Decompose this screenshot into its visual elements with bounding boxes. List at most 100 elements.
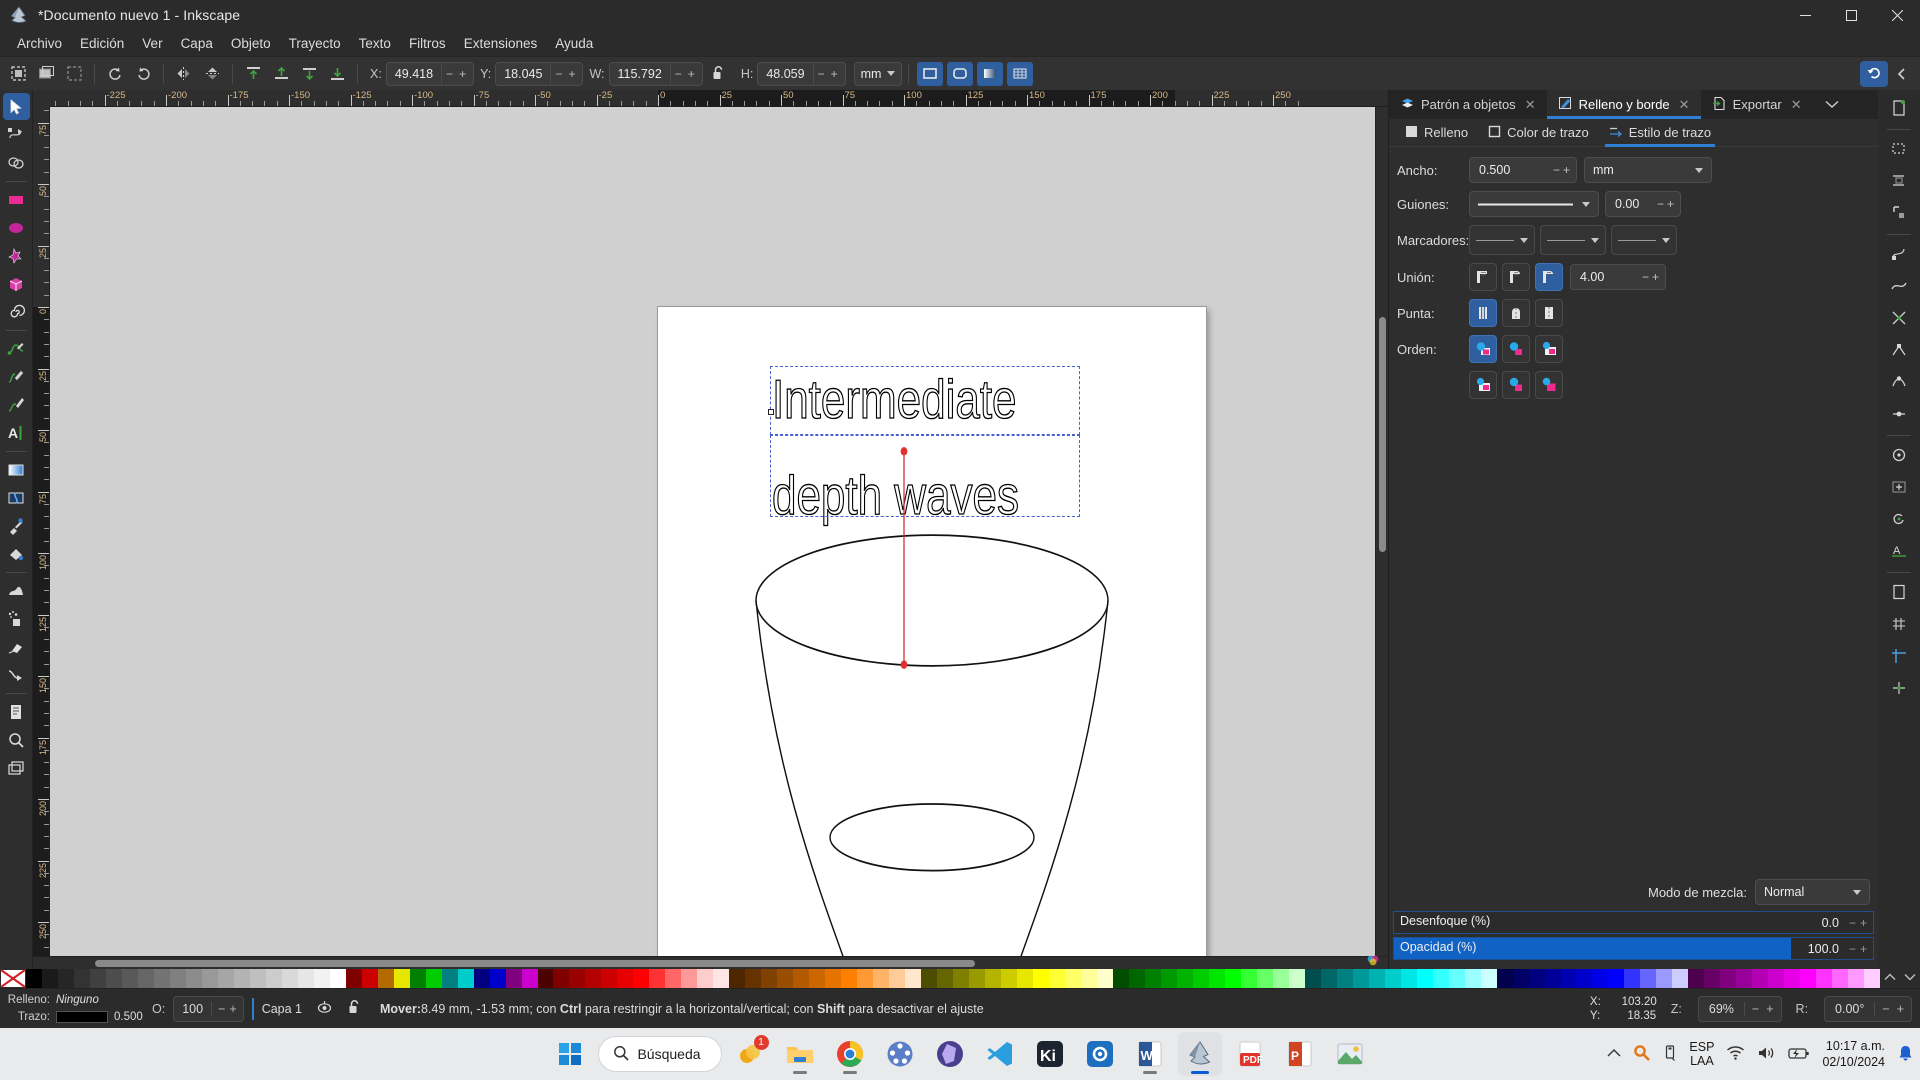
- snap-text-baseline-icon[interactable]: A: [1884, 536, 1914, 566]
- spiral-tool[interactable]: [3, 298, 30, 325]
- boolean-tool[interactable]: [3, 149, 30, 176]
- subtab-estilo-de-trazo[interactable]: Estilo de trazo: [1599, 119, 1721, 147]
- dash-pattern-select[interactable]: [1469, 191, 1599, 217]
- powerpoint-taskbar-icon[interactable]: P: [1278, 1032, 1322, 1076]
- zoom-value[interactable]: 69%: [1699, 1002, 1744, 1016]
- palette-swatch[interactable]: [26, 969, 42, 988]
- palette-swatch[interactable]: [537, 969, 554, 988]
- deselect-icon[interactable]: [61, 61, 87, 87]
- snap-grid-icon[interactable]: [1884, 609, 1914, 639]
- menu-ayuda[interactable]: Ayuda: [546, 33, 602, 54]
- palette-swatch[interactable]: [201, 969, 218, 988]
- plus-icon[interactable]: +: [1667, 197, 1674, 211]
- palette-swatch[interactable]: [409, 969, 426, 988]
- palette-swatch[interactable]: [441, 969, 458, 988]
- palette-swatch[interactable]: [1160, 969, 1177, 988]
- vertical-scrollbar[interactable]: [1375, 107, 1388, 956]
- palette-swatch[interactable]: [121, 969, 138, 988]
- palette-swatch[interactable]: [1736, 969, 1753, 988]
- palette-swatch[interactable]: [1064, 969, 1081, 988]
- palette-swatch[interactable]: [1608, 969, 1625, 988]
- stroke-width-stepper[interactable]: − +: [1547, 163, 1576, 177]
- text-tool[interactable]: A: [3, 419, 30, 446]
- palette-swatch[interactable]: [1560, 969, 1577, 988]
- palette-swatch[interactable]: [1496, 969, 1513, 988]
- height-value[interactable]: 48.059: [758, 67, 812, 81]
- stroke-width-field[interactable]: 0.500 − +: [1469, 157, 1577, 183]
- order-fill-stroke-markers-button[interactable]: [1469, 335, 1497, 363]
- photos-taskbar-icon[interactable]: [1328, 1032, 1372, 1076]
- palette-swatch[interactable]: [1848, 969, 1865, 988]
- palette-swatch[interactable]: [489, 969, 506, 988]
- palette-swatch[interactable]: [553, 969, 570, 988]
- palette-swatch[interactable]: [1256, 969, 1273, 988]
- palette-swatch[interactable]: [1049, 969, 1065, 988]
- palette-swatch[interactable]: [1576, 969, 1593, 988]
- palette-swatch[interactable]: [425, 969, 442, 988]
- palette-swatch[interactable]: [1544, 969, 1561, 988]
- palette-swatch[interactable]: [713, 969, 730, 988]
- word-taskbar-icon[interactable]: W: [1128, 1032, 1172, 1076]
- blend-mode-select[interactable]: Normal: [1755, 879, 1870, 905]
- palette-swatch[interactable]: [1800, 969, 1817, 988]
- palette-swatch[interactable]: [857, 969, 874, 988]
- snap-bbox-icon[interactable]: [1884, 134, 1914, 164]
- magnifier-orange-icon[interactable]: [1633, 1044, 1651, 1065]
- stroke-width-indicator[interactable]: 0.500: [114, 1011, 143, 1023]
- menu-objeto[interactable]: Objeto: [222, 33, 280, 54]
- palette-scroll-up-icon[interactable]: [1884, 973, 1896, 984]
- select-all-layers-icon[interactable]: [33, 61, 59, 87]
- copilot-taskbar-icon[interactable]: 1: [728, 1032, 772, 1076]
- rectangle-tool[interactable]: [3, 186, 30, 213]
- fill-value[interactable]: Ninguno: [56, 994, 99, 1006]
- x-stepper[interactable]: − +: [441, 62, 473, 85]
- toolbar-overflow-icon[interactable]: [1889, 61, 1915, 87]
- palette-swatch[interactable]: [889, 969, 906, 988]
- palette-swatch[interactable]: [521, 969, 538, 988]
- plus-icon[interactable]: +: [1860, 916, 1867, 930]
- bell-icon[interactable]: [1897, 1044, 1914, 1065]
- palette-swatch[interactable]: [1128, 969, 1145, 988]
- y-field[interactable]: 18.045 − +: [495, 61, 584, 86]
- selection-box-line1[interactable]: [770, 366, 1080, 436]
- pages-tool[interactable]: [3, 698, 30, 725]
- join-miter-button[interactable]: [1469, 263, 1497, 291]
- palette-swatch[interactable]: [73, 969, 90, 988]
- undo-history-icon[interactable]: [1860, 60, 1888, 87]
- palette-swatch[interactable]: [1432, 969, 1449, 988]
- palette-swatch[interactable]: [1352, 969, 1369, 988]
- palette-swatches[interactable]: [26, 969, 1881, 988]
- height-field[interactable]: 48.059 − +: [757, 61, 846, 86]
- palette-swatch[interactable]: [841, 969, 858, 988]
- minimize-button[interactable]: [1782, 0, 1828, 30]
- x-plus[interactable]: +: [457, 67, 468, 81]
- palette-swatch[interactable]: [953, 969, 970, 988]
- menu-extensiones[interactable]: Extensiones: [455, 33, 547, 54]
- close-icon[interactable]: ✕: [1525, 97, 1536, 113]
- opacity-field[interactable]: 100 − +: [173, 995, 244, 1022]
- y-stepper[interactable]: − +: [550, 62, 582, 85]
- palette-swatch[interactable]: [1384, 969, 1401, 988]
- palette-swatch[interactable]: [585, 969, 602, 988]
- palette-swatch[interactable]: [1304, 969, 1321, 988]
- minus-icon[interactable]: −: [1553, 163, 1560, 177]
- order-stroke-fill-markers-button[interactable]: [1502, 335, 1530, 363]
- palette-swatch[interactable]: [1096, 969, 1113, 988]
- palette-swatch[interactable]: [1512, 969, 1529, 988]
- w-plus[interactable]: +: [686, 67, 697, 81]
- marker-mid-select[interactable]: [1540, 225, 1606, 255]
- rotate-ccw-90-icon[interactable]: [102, 61, 128, 87]
- snap-bbox-edge-icon[interactable]: [1884, 166, 1914, 196]
- snap-bbox-corner-icon[interactable]: [1884, 198, 1914, 228]
- palette-swatch[interactable]: [873, 969, 890, 988]
- battery-charging-icon[interactable]: [1788, 1046, 1810, 1063]
- palette-swatch[interactable]: [57, 969, 74, 988]
- palette-swatch[interactable]: [1624, 969, 1641, 988]
- palette-swatch[interactable]: [617, 969, 634, 988]
- plus-icon[interactable]: +: [1860, 942, 1867, 956]
- close-icon[interactable]: ✕: [1791, 97, 1802, 113]
- paintbucket-tool[interactable]: [3, 540, 30, 567]
- snap-page-border-icon[interactable]: [1884, 577, 1914, 607]
- stroke-color-swatch[interactable]: [56, 1011, 108, 1023]
- palette-swatch[interactable]: [649, 969, 666, 988]
